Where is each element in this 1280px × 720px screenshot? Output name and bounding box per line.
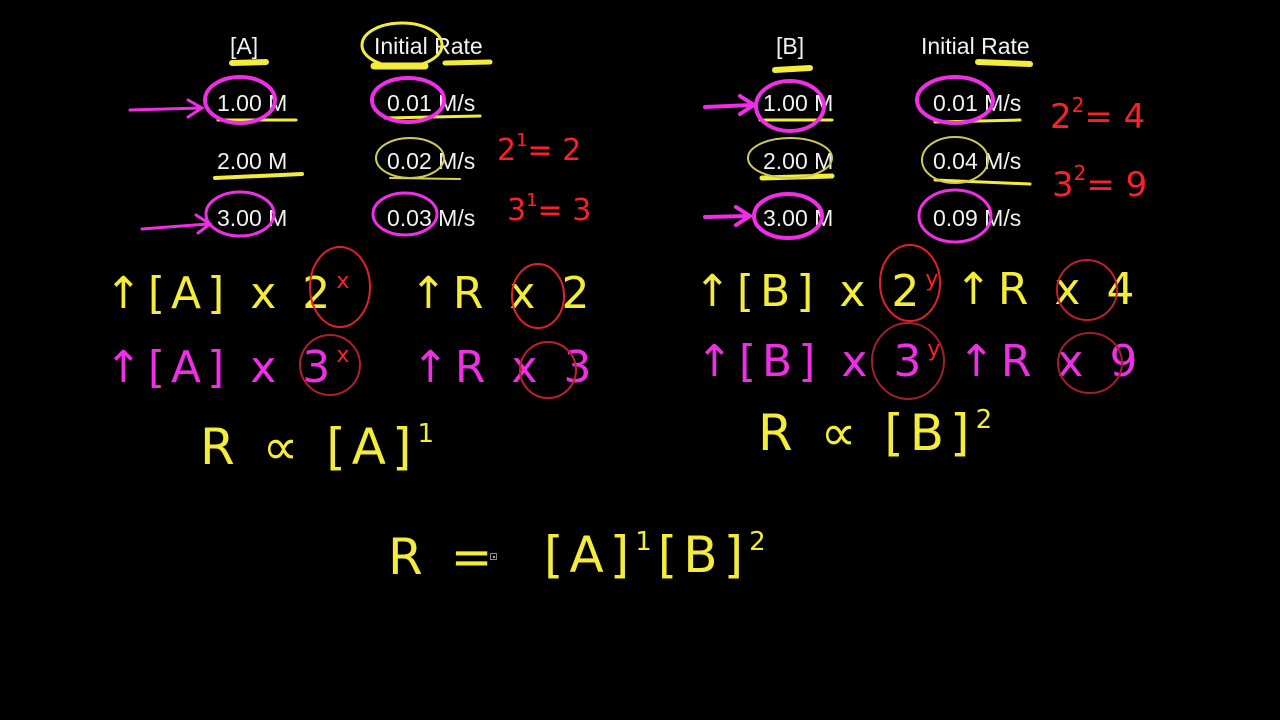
annotation-a-3pow1: 31= 3 <box>507 190 592 228</box>
mouse-cursor-icon <box>490 553 497 560</box>
underline-b-rate <box>975 59 1033 67</box>
table-b-conc-header: [B] <box>776 33 805 59</box>
arrow-b-row1 <box>703 94 758 116</box>
table-b-rate-row2: 0.04 M/s <box>933 148 1022 174</box>
work-a-line2-right: ↑R x 3 <box>412 342 598 393</box>
table-a-conc-row1: 1.00 M <box>217 90 288 116</box>
work-a-line1-left: ↑[A] x 2x <box>105 268 356 319</box>
table-a-rate-row3: 0.03 M/s <box>387 205 476 231</box>
underline-b-header <box>772 65 813 73</box>
work-a-line2-left: ↑[A] x 3x <box>105 342 356 393</box>
table-b-conc-row3: 3.00 M <box>763 205 834 231</box>
annotation-b-3pow2: 32= 9 <box>1052 161 1148 205</box>
work-a-line1-right: ↑R x 2 <box>410 268 596 319</box>
table-b-rate-row1: 0.01 M/s <box>933 90 1022 116</box>
table-a-rate-header: Initial Rate <box>374 33 483 59</box>
rate-law-lhs: R = <box>388 528 499 586</box>
work-b-line2-right: ↑R x 9 <box>958 336 1144 387</box>
table-a-conc-row3: 3.00 M <box>217 205 288 231</box>
work-b-line2-left: ↑[B] x 3y <box>696 336 947 387</box>
table-a-rate-row1: 0.01 M/s <box>387 90 476 116</box>
arrow-a-row3 <box>140 213 213 235</box>
arrow-a-row1 <box>128 98 205 119</box>
annotation-b-2pow2: 22= 4 <box>1050 93 1146 137</box>
underline-b-rate1 <box>933 118 1022 124</box>
underline-b-rate2 <box>933 178 1032 186</box>
underline-a-header <box>229 59 269 66</box>
underline-b-row2 <box>759 173 835 181</box>
work-b-line1-right: ↑R x 4 <box>955 264 1141 315</box>
table-b-rate-header: Initial Rate <box>921 33 1030 59</box>
rate-law-rhs: [A]1[B]2 <box>544 526 772 584</box>
underline-a-rate2 <box>389 177 461 180</box>
underline-rate <box>442 59 493 66</box>
table-a-conc-row2: 2.00 M <box>217 148 288 174</box>
annotation-a-2pow1: 21= 2 <box>497 130 582 168</box>
table-b-rate-row3: 0.09 M/s <box>933 205 1022 231</box>
table-b-conc-row1: 1.00 M <box>763 90 834 116</box>
work-b-line1-left: ↑[B] x 2y <box>694 266 945 317</box>
work-a-conclusion: R ∝ [A]1 <box>200 418 441 476</box>
table-a-rate-row2: 0.02 M/s <box>387 148 476 174</box>
arrow-b-row3 <box>703 205 754 227</box>
table-b-conc-row2: 2.00 M <box>763 148 834 174</box>
work-b-conclusion: R ∝ [B]2 <box>758 404 999 462</box>
table-a-conc-header: [A] <box>230 33 259 59</box>
